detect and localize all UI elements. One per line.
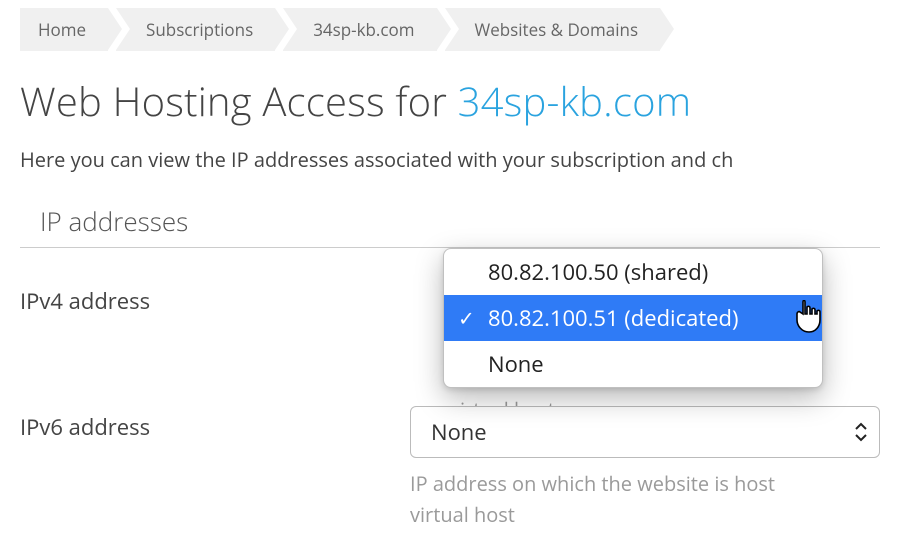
intro-text: Here you can view the IP addresses assoc…	[0, 138, 900, 197]
section-heading: IP addresses	[20, 197, 880, 248]
page-title-domain: 34sp-kb.com	[458, 73, 692, 128]
pointer-cursor-icon	[794, 300, 824, 339]
ipv6-helper-line2: virtual host	[410, 497, 880, 528]
option-label: 80.82.100.51 (dedicated)	[488, 303, 739, 333]
ipv4-dropdown[interactable]: 80.82.100.50 (shared) ✓ 80.82.100.51 (de…	[443, 248, 823, 388]
ipv6-helper-line1: IP address on which the website is host	[410, 458, 880, 497]
option-label: 80.82.100.50 (shared)	[488, 257, 708, 287]
option-label: None	[488, 349, 544, 379]
select-arrows-icon	[855, 422, 867, 442]
page-title-prefix: Web Hosting Access for	[20, 73, 458, 128]
breadcrumb-label: Websites & Domains	[475, 18, 639, 41]
ipv6-control: None IP address on which the website is …	[410, 406, 880, 528]
breadcrumb-domain[interactable]: 34sp-kb.com	[283, 8, 436, 51]
page-title: Web Hosting Access for 34sp-kb.com	[0, 51, 900, 138]
ipv6-select-value: None	[431, 417, 487, 447]
breadcrumb-label: Subscriptions	[146, 18, 253, 41]
ipv6-label: IPv6 address	[20, 406, 410, 442]
breadcrumb-subscriptions[interactable]: Subscriptions	[116, 8, 275, 51]
ipv4-option-shared[interactable]: 80.82.100.50 (shared)	[444, 249, 822, 295]
ipv4-option-dedicated[interactable]: ✓ 80.82.100.51 (dedicated)	[444, 295, 822, 341]
breadcrumb-label: 34sp-kb.com	[313, 18, 414, 41]
breadcrumb-label: Home	[38, 18, 86, 41]
breadcrumb-home[interactable]: Home	[20, 8, 108, 51]
check-icon: ✓	[458, 305, 475, 332]
breadcrumb: Home Subscriptions 34sp-kb.com Websites …	[0, 0, 900, 51]
ipv6-select[interactable]: None	[410, 406, 880, 458]
ipv4-label: IPv4 address	[20, 280, 450, 316]
ipv4-option-none[interactable]: None	[444, 341, 822, 387]
section-heading-label: IP addresses	[40, 203, 188, 239]
breadcrumb-websites-domains[interactable]: Websites & Domains	[445, 8, 661, 51]
